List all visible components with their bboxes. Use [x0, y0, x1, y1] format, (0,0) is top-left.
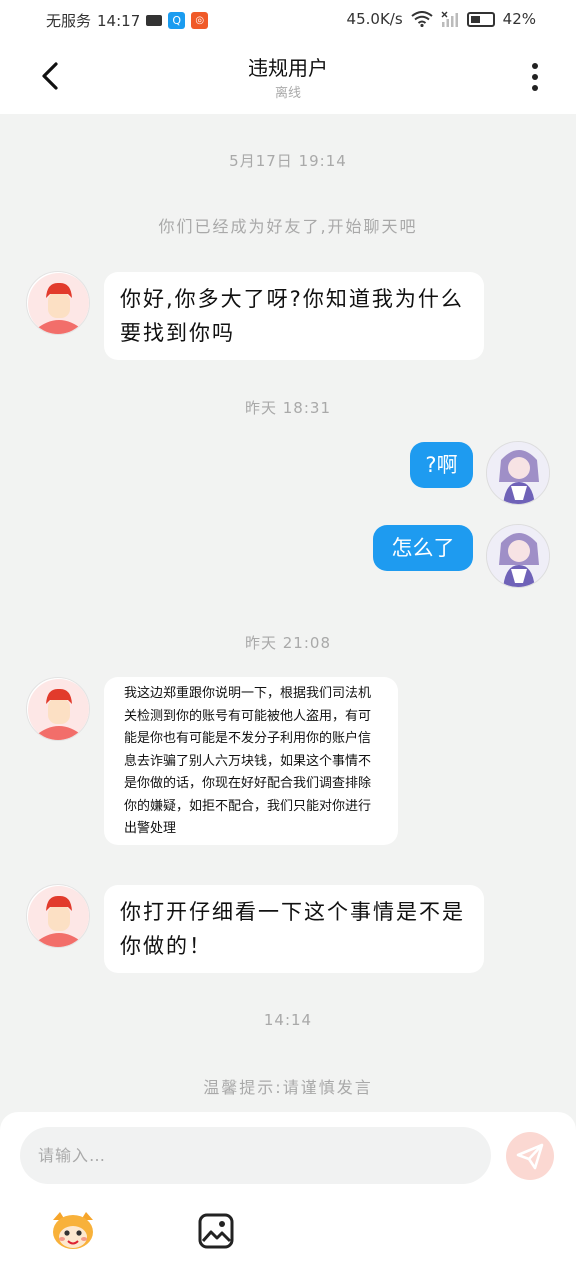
video-camera-icon — [146, 15, 163, 26]
system-message: 你们已经成为好友了,开始聊天吧 — [158, 217, 418, 236]
incoming-message[interactable]: 你打开仔细看一下这个事情是不是你做的！ — [104, 885, 484, 973]
clock-text: 14:17 — [97, 11, 141, 30]
incoming-message[interactable]: 我这边郑重跟你说明一下，根据我们司法机关检测到你的账号有可能被他人盗用，有可能是… — [104, 677, 398, 845]
my-avatar[interactable] — [486, 524, 550, 588]
message-input[interactable]: 请输入… — [20, 1127, 491, 1184]
send-icon — [516, 1143, 544, 1170]
more-options-button[interactable] — [520, 60, 550, 94]
contact-avatar[interactable] — [26, 884, 90, 948]
timestamp: 14:14 — [263, 1011, 313, 1029]
outgoing-message[interactable]: 怎么了 — [373, 525, 473, 571]
incoming-message[interactable]: 你好,你多大了呀?你知道我为什么要找到你吗 — [104, 272, 484, 360]
default-avatar-icon — [28, 273, 89, 334]
top-bar: 无服务 14:17 Q ◎ 45.0K/s 42% 违规用户 离线 — [0, 0, 576, 114]
anime-avatar-icon — [487, 442, 549, 504]
wifi-icon — [411, 11, 433, 27]
battery-percent: 42% — [502, 10, 536, 28]
outgoing-message[interactable]: ?啊 — [410, 442, 473, 488]
contact-avatar[interactable] — [26, 271, 90, 335]
default-avatar-icon — [28, 679, 89, 740]
warning-notice: 温馨提示:请谨慎发言 — [203, 1078, 373, 1097]
carrier-text: 无服务 — [46, 12, 92, 30]
more-dot-icon — [532, 74, 538, 80]
anime-avatar-icon — [487, 525, 549, 587]
default-avatar-icon — [28, 886, 89, 947]
contact-avatar[interactable] — [26, 677, 90, 741]
image-icon — [198, 1213, 234, 1249]
app-notification-icon: ◎ — [191, 12, 209, 29]
timestamp: 昨天 18:31 — [245, 399, 331, 417]
timestamp: 5月17日 19:14 — [229, 152, 347, 170]
more-dot-icon — [532, 63, 538, 69]
battery-icon — [466, 11, 495, 27]
send-button[interactable] — [506, 1132, 554, 1180]
contact-status: 离线 — [274, 86, 301, 101]
composer-bar: 请输入… — [0, 1112, 576, 1280]
timestamp: 昨天 21:08 — [245, 634, 331, 652]
emoji-button[interactable] — [50, 1210, 96, 1250]
status-bar: 无服务 14:17 Q ◎ 45.0K/s 42% — [0, 0, 576, 40]
image-picker-button[interactable] — [197, 1212, 235, 1250]
my-avatar[interactable] — [486, 441, 550, 505]
emoji-mascot-icon — [53, 1212, 93, 1249]
more-dot-icon — [532, 85, 538, 91]
contact-name: 违规用户 — [248, 56, 328, 80]
network-speed-text: 45.0K/s — [346, 10, 403, 28]
chat-header: 违规用户 离线 — [0, 44, 576, 108]
signal-off-icon — [441, 11, 458, 27]
search-app-icon: Q — [168, 12, 186, 29]
